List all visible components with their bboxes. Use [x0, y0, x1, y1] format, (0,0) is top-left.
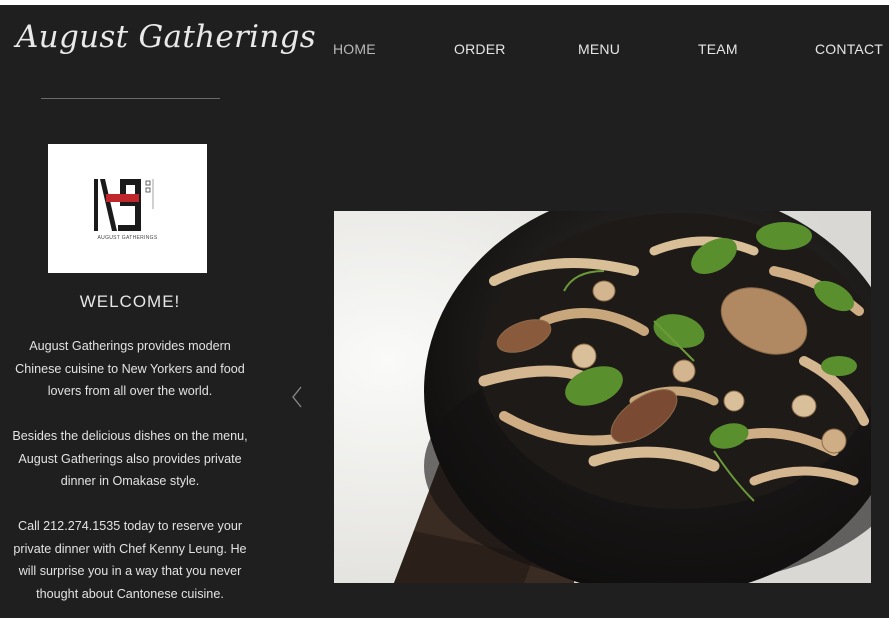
- sidebar-divider: [41, 98, 220, 99]
- nav-team[interactable]: TEAM: [698, 41, 738, 57]
- hero-image: [334, 211, 871, 583]
- chevron-left-icon[interactable]: [291, 386, 303, 408]
- restaurant-logo: AUGUST GATHERINGS: [48, 144, 207, 273]
- welcome-paragraph: August Gatherings provides modern Chines…: [15, 339, 245, 398]
- logo-mark-icon: [94, 179, 154, 231]
- nav-menu[interactable]: MENU: [578, 41, 620, 57]
- nav-contact[interactable]: CONTACT: [815, 41, 883, 57]
- welcome-paragraph: Besides the delicious dishes on the menu…: [12, 429, 248, 488]
- logo-caption: AUGUST GATHERINGS: [97, 235, 158, 241]
- welcome-heading: WELCOME!: [79, 292, 181, 311]
- page: August Gatherings HOME ORDER MENU TEAM C…: [0, 5, 889, 618]
- nav-order[interactable]: ORDER: [454, 41, 506, 57]
- main-nav: HOME ORDER MENU TEAM CONTACT: [0, 41, 889, 63]
- welcome-text: August Gatherings provides modern Chines…: [8, 335, 252, 618]
- nav-home[interactable]: HOME: [333, 41, 376, 57]
- mushroom-dish-image: [334, 211, 871, 583]
- welcome-paragraph: Call 212.274.1535 today to reserve your …: [13, 519, 247, 601]
